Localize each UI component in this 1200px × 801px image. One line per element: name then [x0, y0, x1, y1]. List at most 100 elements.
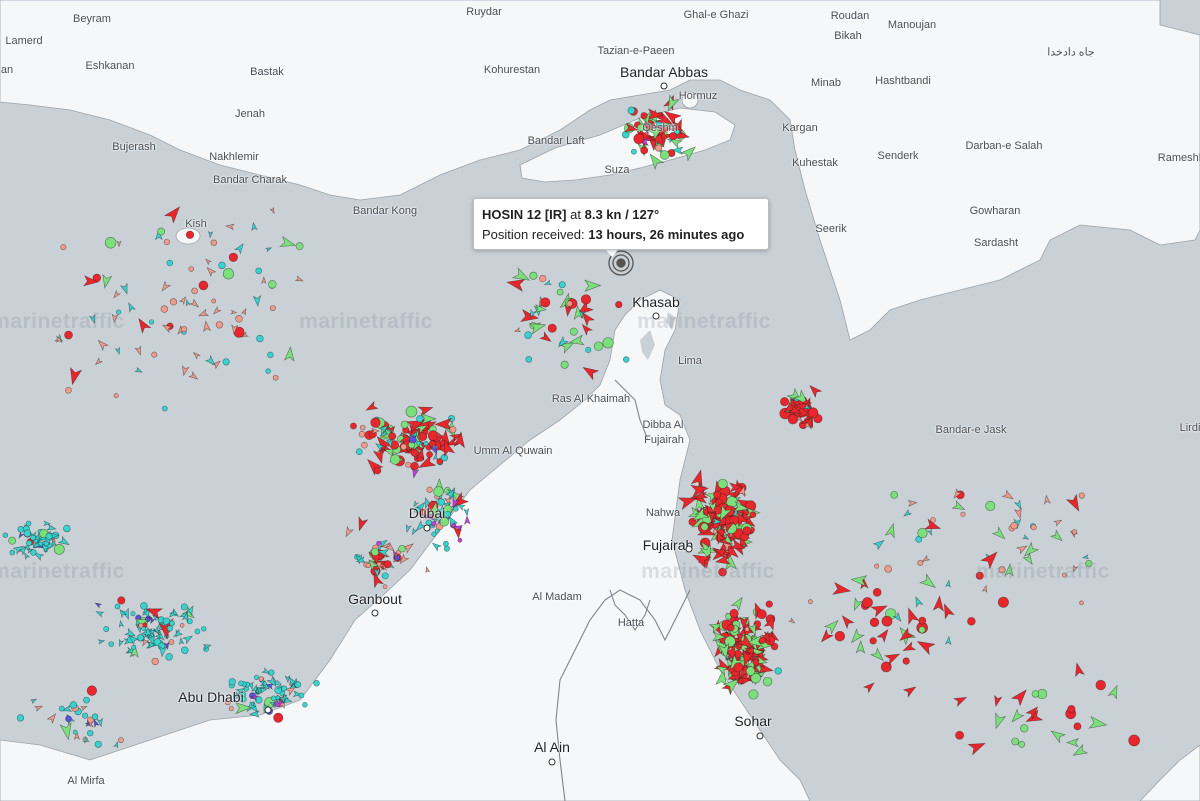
fishing-vessel-icon[interactable]	[228, 706, 234, 712]
cargo-vessel-icon[interactable]	[251, 221, 258, 232]
other-vessel-icon[interactable]	[602, 337, 614, 349]
fishing-vessel-icon[interactable]	[113, 393, 119, 399]
cargo-vessel-icon[interactable]	[117, 638, 125, 647]
fishing-vessel-icon[interactable]	[744, 626, 750, 632]
fishing-vessel-icon[interactable]	[116, 240, 122, 248]
other-vessel-icon[interactable]	[724, 635, 736, 648]
tanker-vessel-icon[interactable]	[1073, 722, 1082, 731]
fishing-vessel-icon[interactable]	[94, 357, 104, 366]
cargo-vessel-icon[interactable]	[872, 538, 886, 551]
other-vessel-icon[interactable]	[748, 689, 759, 700]
tanker-vessel-icon[interactable]	[869, 637, 877, 645]
other-vessel-icon[interactable]	[1107, 684, 1121, 700]
fishing-vessel-icon[interactable]	[1043, 494, 1051, 505]
other-vessel-icon[interactable]	[991, 712, 1007, 730]
tanker-vessel-icon[interactable]	[117, 596, 126, 605]
fishing-vessel-icon[interactable]	[1072, 564, 1079, 573]
cargo-vessel-icon[interactable]	[1013, 499, 1023, 510]
tanker-vessel-icon[interactable]	[640, 146, 649, 155]
pleasure-vessel-icon[interactable]	[431, 521, 437, 527]
other-vessel-icon[interactable]	[855, 640, 866, 654]
tanker-vessel-icon[interactable]	[932, 595, 944, 612]
cargo-vessel-icon[interactable]	[25, 520, 32, 527]
cargo-vessel-icon[interactable]	[630, 148, 637, 155]
other-vessel-icon[interactable]	[593, 341, 604, 351]
other-vessel-icon[interactable]	[1088, 715, 1108, 731]
cargo-vessel-icon[interactable]	[17, 526, 25, 533]
tanker-vessel-icon[interactable]	[198, 280, 209, 291]
other-vessel-icon[interactable]	[1018, 740, 1026, 748]
other-vessel-icon[interactable]	[400, 420, 409, 429]
cargo-vessel-icon[interactable]	[218, 261, 226, 270]
tanker-vessel-icon[interactable]	[1010, 686, 1031, 707]
tanker-vessel-icon[interactable]	[742, 526, 752, 536]
cargo-vessel-icon[interactable]	[45, 532, 53, 540]
fishing-vessel-icon[interactable]	[159, 280, 172, 293]
tanker-vessel-icon[interactable]	[364, 400, 379, 414]
cargo-vessel-icon[interactable]	[271, 695, 277, 701]
fishing-vessel-icon[interactable]	[192, 351, 201, 360]
cargo-vessel-icon[interactable]	[2, 532, 9, 538]
fishing-vessel-icon[interactable]	[712, 529, 718, 534]
fishing-vessel-icon[interactable]	[1078, 492, 1085, 499]
fishing-vessel-icon[interactable]	[180, 325, 188, 333]
fishing-vessel-icon[interactable]	[179, 623, 185, 628]
tanker-vessel-icon[interactable]	[426, 451, 433, 458]
other-vessel-icon[interactable]	[985, 500, 996, 511]
tanker-vessel-icon[interactable]	[273, 712, 284, 723]
cargo-vessel-icon[interactable]	[774, 667, 782, 675]
tanker-vessel-icon[interactable]	[869, 617, 880, 628]
fishing-vessel-icon[interactable]	[111, 313, 119, 324]
fishing-vessel-icon[interactable]	[151, 351, 158, 358]
other-vessel-icon[interactable]	[951, 500, 967, 513]
cargo-vessel-icon[interactable]	[443, 545, 450, 552]
cargo-vessel-icon[interactable]	[627, 106, 636, 115]
other-vessel-icon[interactable]	[745, 666, 756, 676]
tanker-vessel-icon[interactable]	[1072, 662, 1085, 678]
fishing-vessel-icon[interactable]	[930, 517, 936, 523]
cargo-vessel-icon[interactable]	[181, 646, 189, 654]
fishing-vessel-icon[interactable]	[96, 338, 109, 352]
fishing-vessel-icon[interactable]	[1071, 529, 1078, 535]
cargo-vessel-icon[interactable]	[141, 626, 147, 632]
other-vessel-icon[interactable]	[1011, 737, 1020, 746]
cargo-vessel-icon[interactable]	[927, 528, 933, 536]
fishing-vessel-icon[interactable]	[358, 430, 366, 438]
tanker-vessel-icon[interactable]	[901, 641, 917, 654]
other-vessel-icon[interactable]	[53, 543, 65, 555]
other-vessel-icon[interactable]	[100, 273, 113, 289]
fishing-vessel-icon[interactable]	[405, 461, 412, 468]
cargo-vessel-icon[interactable]	[1081, 554, 1090, 560]
fishing-vessel-icon[interactable]	[212, 305, 222, 316]
fishing-vessel-icon[interactable]	[294, 275, 304, 283]
other-vessel-icon[interactable]	[1009, 708, 1025, 724]
cargo-vessel-icon[interactable]	[114, 603, 121, 610]
other-vessel-icon[interactable]	[890, 491, 899, 499]
other-vessel-icon[interactable]	[730, 595, 746, 612]
cargo-vessel-icon[interactable]	[114, 346, 121, 355]
other-vessel-icon[interactable]	[529, 271, 538, 280]
selected-vessel-ring-icon[interactable]	[616, 258, 626, 268]
fishing-vessel-icon[interactable]	[205, 265, 217, 278]
passenger-vessel-icon[interactable]	[17, 531, 25, 539]
tanker-vessel-icon[interactable]	[410, 461, 419, 471]
tanker-vessel-icon[interactable]	[818, 628, 834, 645]
tanker-vessel-icon[interactable]	[539, 331, 553, 344]
fishing-vessel-icon[interactable]	[874, 563, 880, 569]
cargo-vessel-icon[interactable]	[201, 626, 207, 632]
cargo-vessel-icon[interactable]	[463, 507, 470, 517]
cargo-vessel-icon[interactable]	[274, 680, 280, 686]
cargo-vessel-icon[interactable]	[180, 603, 188, 611]
city-marker-icon[interactable]	[756, 732, 764, 740]
tanker-vessel-icon[interactable]	[373, 466, 382, 475]
tanker-vessel-icon[interactable]	[355, 516, 369, 532]
fishing-vessel-icon[interactable]	[180, 365, 190, 377]
city-marker-icon[interactable]	[660, 82, 668, 90]
tanker-vessel-icon[interactable]	[580, 294, 592, 305]
fishing-vessel-icon[interactable]	[884, 565, 892, 573]
cargo-vessel-icon[interactable]	[281, 685, 288, 692]
cargo-vessel-icon[interactable]	[431, 541, 443, 552]
other-vessel-icon[interactable]	[268, 280, 277, 289]
other-vessel-icon[interactable]	[991, 526, 1008, 542]
cargo-vessel-icon[interactable]	[255, 267, 262, 275]
